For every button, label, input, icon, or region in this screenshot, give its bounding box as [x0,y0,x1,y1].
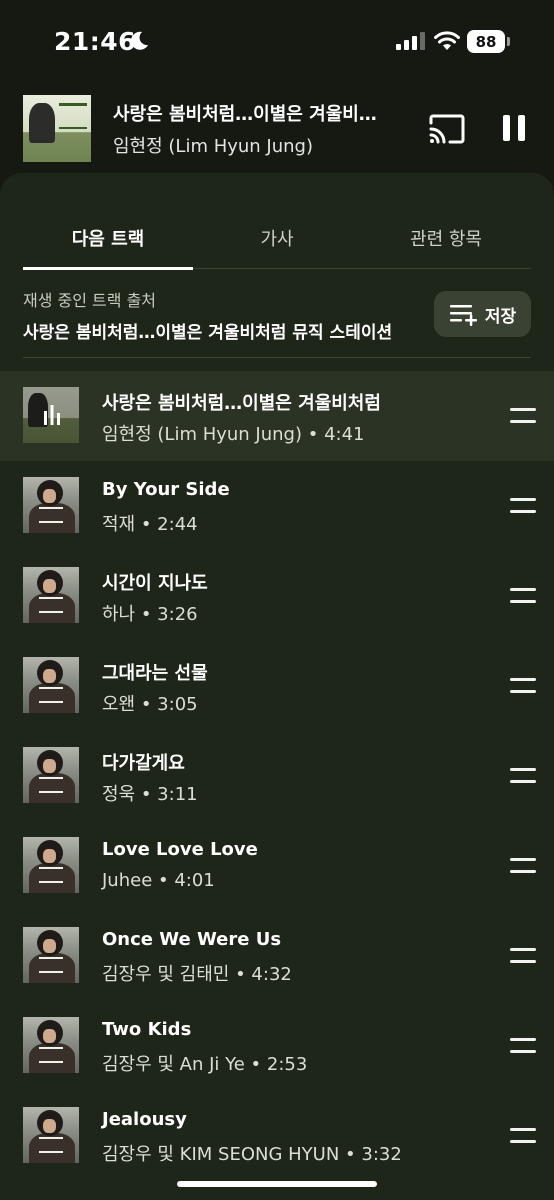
track-title: Once We Were Us [102,929,282,950]
track-meta: 김장우 및 김태민 • 4:32 [102,964,292,985]
queue-item[interactable]: Jealousy 김장우 및 KIM SEONG HYUN • 3:32 [0,1091,554,1181]
track-title: 사랑은 봄비처럼…이별은 겨울비처럼 [102,393,381,414]
track-meta: Juhee • 4:01 [102,870,215,891]
drag-handle-icon[interactable] [510,407,536,425]
drag-handle-icon[interactable] [510,497,536,515]
now-playing-artist: 임현정 (Lim Hyun Jung) [113,136,314,157]
drag-handle-icon[interactable] [510,947,536,965]
drag-handle-icon[interactable] [510,677,536,695]
track-meta: 정욱 • 3:11 [102,784,198,805]
tab-active-indicator [23,267,193,270]
track-artwork [23,477,79,533]
source-label: 재생 중인 트랙 출처 [23,291,157,310]
queue-item-current[interactable]: 사랑은 봄비처럼…이별은 겨울비처럼 임현정 (Lim Hyun Jung) •… [0,371,554,461]
tab-up-next[interactable]: 다음 트랙 [23,225,193,251]
playing-bars-icon [44,405,60,425]
queue-item[interactable]: Love Love Love Juhee • 4:01 [0,821,554,911]
track-artwork [23,567,79,623]
moon-icon [131,31,148,50]
tab-related[interactable]: 관련 항목 [361,225,531,251]
track-title: Jealousy [102,1109,187,1130]
queue-item[interactable]: 시간이 지나도 하나 • 3:26 [0,551,554,641]
drag-handle-icon[interactable] [510,587,536,605]
queue-panel: 다음 트랙 가사 관련 항목 재생 중인 트랙 출처 사랑은 봄비처럼…이별은 … [0,173,554,1200]
save-button[interactable]: 저장 [434,291,531,337]
drag-handle-icon[interactable] [510,767,536,785]
battery-indicator: 88 [467,30,505,53]
drag-handle-icon[interactable] [510,1127,536,1145]
track-artwork [23,1017,79,1073]
wifi-icon [434,31,460,50]
track-meta: 하나 • 3:26 [102,604,198,625]
track-title: 그대라는 선물 [102,663,208,684]
source-name: 사랑은 봄비처럼…이별은 겨울비처럼 뮤직 스테이션 [23,323,393,343]
track-artwork [23,387,79,443]
track-artwork [23,747,79,803]
track-title: By Your Side [102,479,230,500]
mini-player[interactable]: 사랑은 봄비처럼…이별은 겨울비… 임현정 (Lim Hyun Jung) [0,84,554,176]
add-to-playlist-icon [449,305,477,326]
track-meta: 김장우 및 An Ji Ye • 2:53 [102,1054,308,1075]
track-meta: 오왠 • 3:05 [102,694,198,715]
track-title: 다가갈게요 [102,753,185,774]
track-title: Love Love Love [102,839,258,860]
status-time: 21:46 [54,27,137,56]
track-artwork [23,927,79,983]
tab-lyrics[interactable]: 가사 [192,225,362,251]
queue-item[interactable]: Once We Were Us 김장우 및 김태민 • 4:32 [0,911,554,1001]
queue-item[interactable]: Two Kids 김장우 및 An Ji Ye • 2:53 [0,1001,554,1091]
track-artwork [23,837,79,893]
track-meta: 적재 • 2:44 [102,514,198,535]
queue-item[interactable]: By Your Side 적재 • 2:44 [0,461,554,551]
track-artwork [23,1107,79,1163]
now-playing-title: 사랑은 봄비처럼…이별은 겨울비… [113,104,377,125]
status-bar: 21:46 88 [0,0,554,84]
battery-nub [507,37,510,46]
now-playing-artwork [23,95,91,162]
queue-item[interactable]: 다가갈게요 정욱 • 3:11 [0,731,554,821]
drag-handle-icon[interactable] [510,857,536,875]
home-indicator[interactable] [177,1181,377,1187]
track-meta: 임현정 (Lim Hyun Jung) • 4:41 [102,424,365,445]
track-title: Two Kids [102,1019,192,1040]
track-meta: 김장우 및 KIM SEONG HYUN • 3:32 [102,1144,402,1165]
pause-icon[interactable] [501,113,527,143]
cast-icon[interactable] [428,113,466,145]
queue-item[interactable]: 그대라는 선물 오왠 • 3:05 [0,641,554,731]
save-label: 저장 [484,306,517,327]
track-title: 시간이 지나도 [102,573,208,594]
track-artwork [23,657,79,713]
drag-handle-icon[interactable] [510,1037,536,1055]
signal-icon [396,32,425,50]
source-divider [23,357,531,358]
